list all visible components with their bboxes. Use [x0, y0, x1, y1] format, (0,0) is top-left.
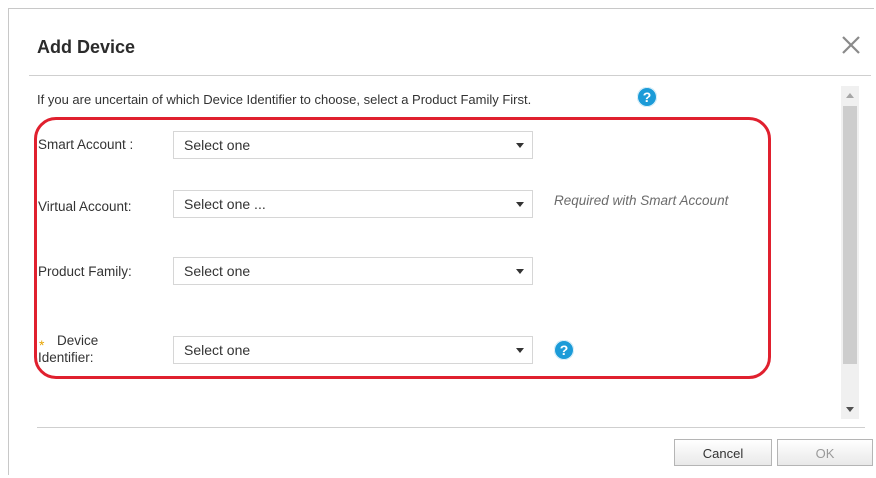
help-icon[interactable]: ?	[637, 87, 657, 107]
virtual-account-label: Virtual Account:	[38, 199, 132, 214]
product-family-value: Select one	[184, 263, 251, 279]
add-device-dialog: Add Device If you are uncertain of which…	[8, 8, 876, 477]
cancel-button[interactable]: Cancel	[674, 439, 772, 466]
help-icon[interactable]: ?	[554, 340, 574, 360]
smart-account-select[interactable]: Select one	[173, 131, 533, 159]
scroll-up-arrow-icon[interactable]	[846, 93, 854, 98]
chevron-down-icon	[516, 202, 524, 207]
dialog-body: If you are uncertain of which Device Ide…	[29, 75, 871, 418]
virtual-account-select[interactable]: Select one ...	[173, 190, 533, 218]
chevron-down-icon	[516, 269, 524, 274]
chevron-down-icon	[516, 348, 524, 353]
scrollbar-thumb[interactable]	[843, 106, 857, 364]
smart-account-label: Smart Account :	[38, 137, 134, 152]
info-text: If you are uncertain of which Device Ide…	[37, 92, 532, 107]
product-family-label: Product Family:	[38, 264, 132, 279]
ok-button[interactable]: OK	[777, 439, 873, 466]
device-identifier-value: Select one	[184, 342, 251, 358]
close-icon[interactable]	[839, 33, 863, 57]
device-identifier-label-line1: Device	[57, 333, 99, 348]
chevron-down-icon	[516, 143, 524, 148]
virtual-account-value: Select one ...	[184, 196, 266, 212]
virtual-account-hint: Required with Smart Account	[554, 193, 729, 208]
product-family-select[interactable]: Select one	[173, 257, 533, 285]
vertical-scrollbar[interactable]	[841, 86, 859, 419]
smart-account-value: Select one	[184, 137, 251, 153]
device-identifier-select[interactable]: Select one	[173, 336, 533, 364]
scroll-down-arrow-icon[interactable]	[846, 407, 854, 412]
dialog-title: Add Device	[37, 37, 136, 57]
footer-divider	[37, 427, 865, 428]
device-identifier-label-line2: Identifier:	[38, 350, 94, 365]
